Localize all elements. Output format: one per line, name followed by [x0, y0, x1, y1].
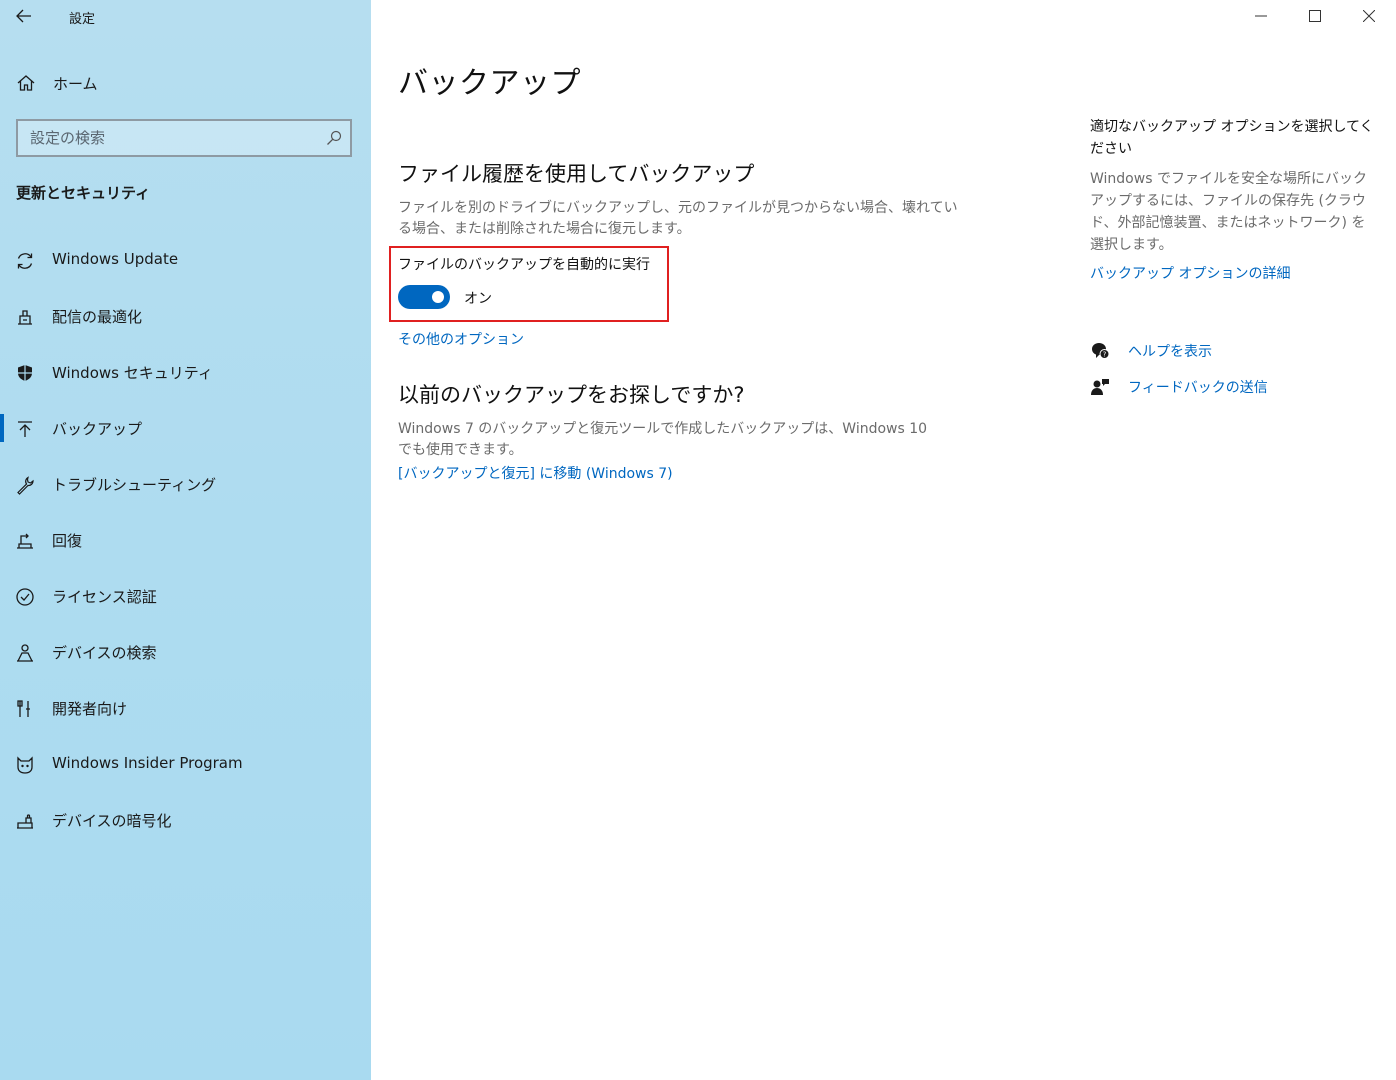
sidebar-item-label: Windows Update [52, 250, 179, 268]
backup-restore-win7-link[interactable]: [バックアップと復元] に移動 (Windows 7) [398, 463, 673, 483]
sidebar-item-activation[interactable]: ライセンス認証 [0, 568, 371, 624]
search-box[interactable] [16, 119, 352, 157]
wrench-icon [17, 476, 34, 495]
person-location-icon [17, 644, 33, 662]
home-button[interactable]: ホーム [0, 64, 371, 102]
sidebar: 設定 ホーム 更新とセキュリティ Windows Update 配信の最適化 W… [0, 0, 371, 1080]
backup-options-details-link[interactable]: バックアップ オプションの詳細 [1090, 263, 1290, 283]
page-title: バックアップ [398, 66, 581, 101]
insider-cat-icon [17, 756, 33, 774]
older-backup-heading: 以前のバックアップをお探しですか? [398, 383, 745, 407]
section-title: 更新とセキュリティ [16, 184, 151, 202]
back-button[interactable] [10, 4, 38, 28]
sidebar-item-label: デバイスの検索 [52, 644, 157, 662]
close-icon [1363, 10, 1375, 22]
sidebar-item-label: ライセンス認証 [52, 588, 157, 606]
sidebar-item-label: トラブルシューティング [52, 476, 217, 494]
refresh-icon [17, 253, 33, 269]
check-circle-icon [16, 588, 34, 606]
rail-title: 適切なバックアップ オプションを選択してください [1090, 119, 1374, 157]
developer-tools-icon [17, 700, 30, 717]
sidebar-item-label: 回復 [52, 532, 83, 550]
file-history-description-line2: る場合、または削除された場合に復元します。 [398, 221, 691, 237]
sidebar-item-windows-insider[interactable]: Windows Insider Program [0, 736, 371, 792]
search-input[interactable] [18, 121, 318, 155]
file-history-heading: ファイル履歴を使用してバックアップ [398, 162, 755, 186]
minimize-button[interactable] [1234, 0, 1288, 32]
active-indicator [0, 414, 4, 442]
toggle-knob [432, 291, 444, 303]
encryption-icon [17, 814, 33, 829]
delivery-icon [18, 310, 32, 325]
sidebar-item-delivery-optimization[interactable]: 配信の最適化 [0, 288, 371, 344]
auto-backup-toggle[interactable] [398, 285, 450, 309]
sidebar-item-backup[interactable]: バックアップ [0, 400, 371, 456]
home-icon [17, 75, 35, 91]
sidebar-item-label: Windows Insider Program [52, 754, 243, 772]
sidebar-item-for-developers[interactable]: 開発者向け [0, 680, 371, 736]
sidebar-item-windows-update[interactable]: Windows Update [0, 232, 371, 288]
help-chat-icon: ? [1092, 343, 1110, 359]
get-help-link[interactable]: ? ヘルプを表示 [1090, 339, 1340, 363]
older-backup-description-line2: でも使用できます。 [398, 442, 523, 458]
close-button[interactable] [1342, 0, 1396, 32]
recovery-icon [17, 533, 33, 549]
sidebar-item-label: 配信の最適化 [52, 308, 143, 326]
sidebar-item-recovery[interactable]: 回復 [0, 512, 371, 568]
maximize-icon [1309, 10, 1321, 22]
file-history-description-line1: ファイルを別のドライブにバックアップし、元のファイルが見つからない場合、壊れてい [398, 200, 958, 216]
sidebar-item-troubleshoot[interactable]: トラブルシューティング [0, 456, 371, 512]
shield-icon [18, 365, 32, 381]
sidebar-item-label: Windows セキュリティ [52, 364, 213, 382]
search-icon [327, 130, 342, 145]
sidebar-nav: Windows Update 配信の最適化 Windows セキュリティ バック… [0, 232, 371, 848]
home-label: ホーム [53, 75, 98, 93]
sidebar-item-label: デバイスの暗号化 [52, 812, 172, 830]
minimize-icon [1255, 15, 1267, 17]
title-bar: 設定 [0, 0, 371, 32]
back-arrow-icon [16, 9, 31, 23]
sidebar-item-find-my-device[interactable]: デバイスの検索 [0, 624, 371, 680]
app-title: 設定 [69, 12, 96, 27]
toggle-state-label: オン [464, 291, 492, 307]
older-backup-description-line1: Windows 7 のバックアップと復元ツールで作成したバックアップは、Wind… [398, 421, 928, 437]
backup-arrow-icon [18, 421, 32, 437]
maximize-button[interactable] [1288, 0, 1342, 32]
sidebar-item-label: バックアップ [52, 420, 143, 438]
sidebar-item-device-encryption[interactable]: デバイスの暗号化 [0, 792, 371, 848]
feedback-person-icon [1091, 379, 1109, 395]
get-help-label: ヘルプを表示 [1128, 344, 1212, 360]
send-feedback-label: フィードバックの送信 [1128, 380, 1268, 396]
rail-description: Windows でファイルを安全な場所にバックアップするには、ファイルの保存先 … [1090, 171, 1367, 253]
sidebar-item-windows-security[interactable]: Windows セキュリティ [0, 344, 371, 400]
sidebar-item-label: 開発者向け [52, 700, 128, 718]
send-feedback-link[interactable]: フィードバックの送信 [1090, 375, 1340, 399]
auto-backup-toggle-label: ファイルのバックアップを自動的に実行 [398, 257, 650, 273]
more-options-link[interactable]: その他のオプション [398, 329, 524, 349]
window-controls [1234, 0, 1396, 32]
svg-text:?: ? [1103, 351, 1107, 359]
